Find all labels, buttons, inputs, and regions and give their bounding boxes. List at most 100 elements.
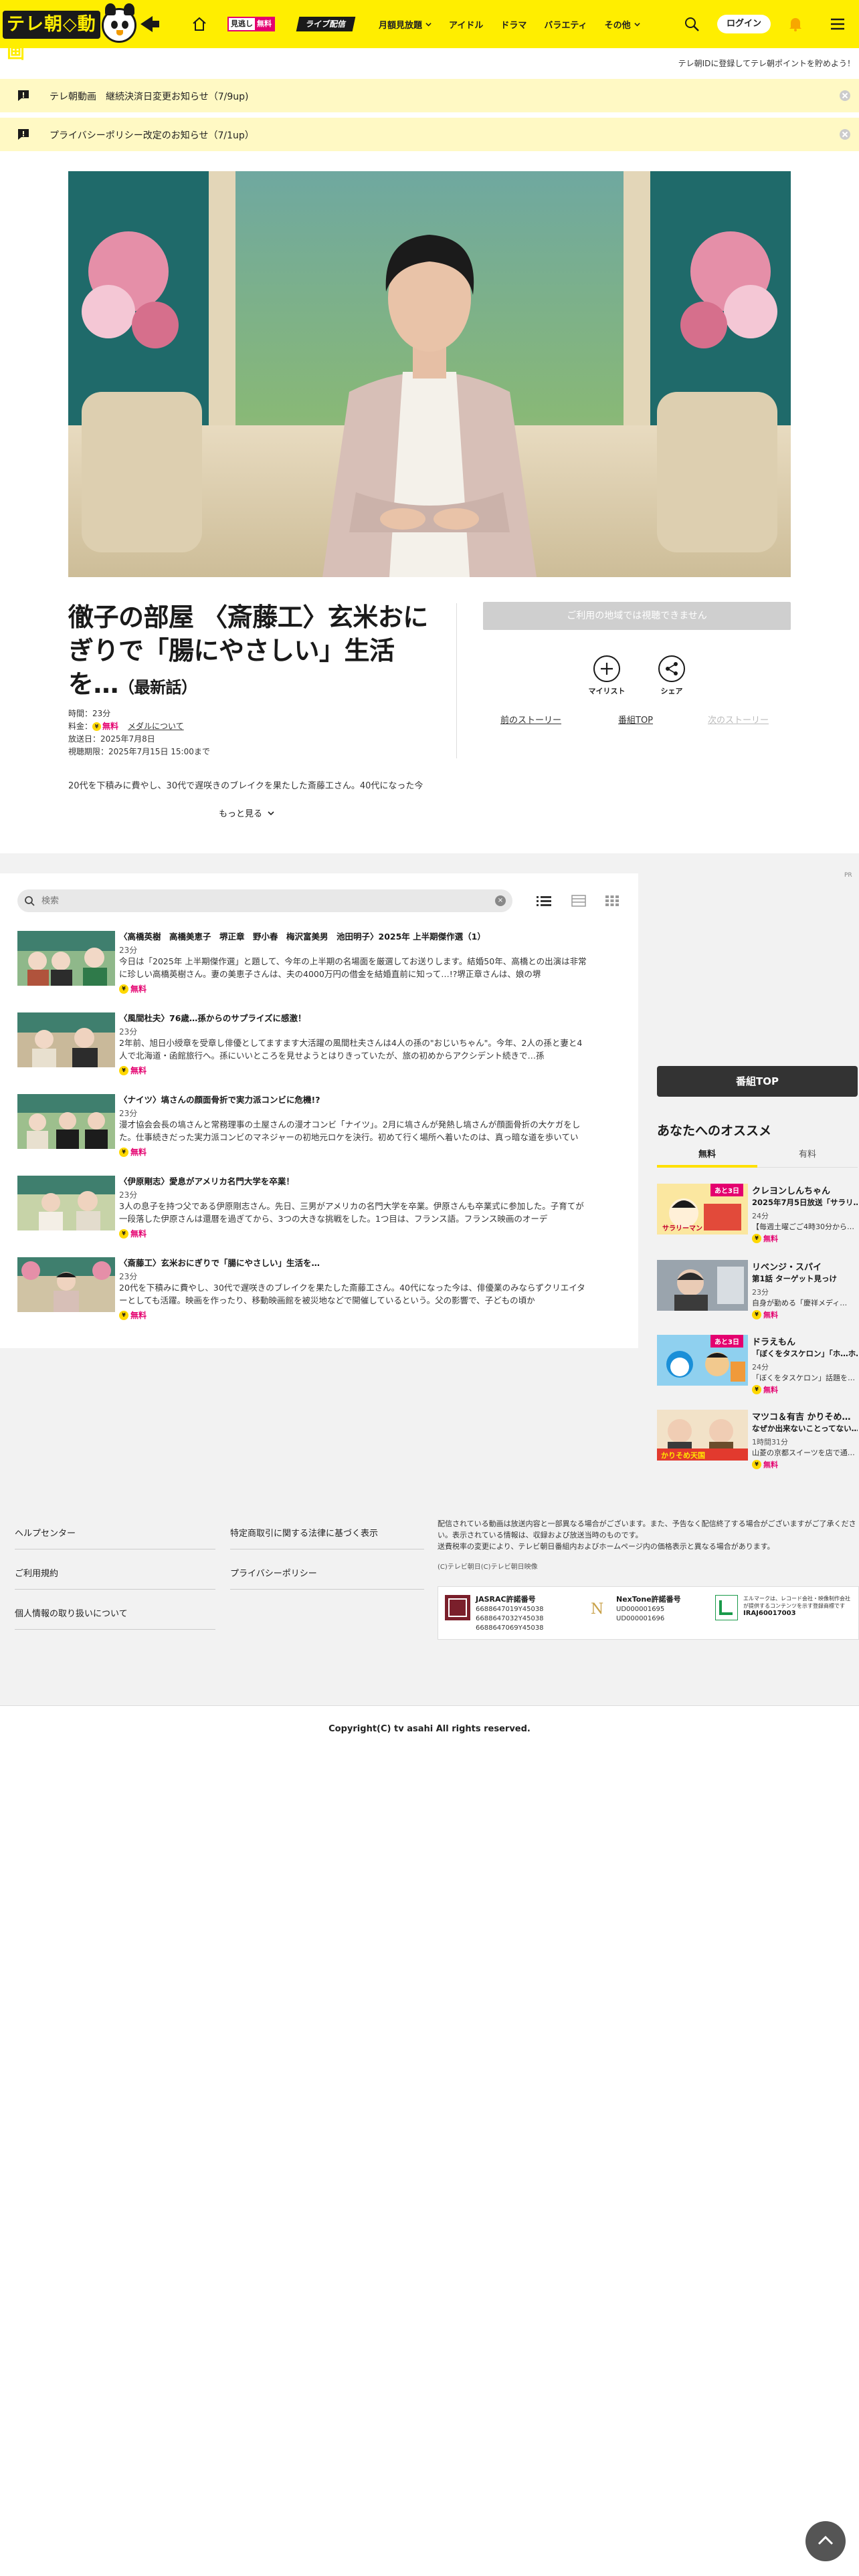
hamburger-menu-icon[interactable] [830,17,846,31]
medal-icon: ¥ [119,1147,128,1157]
recommend-item[interactable]: あと3日 ドラえもん 「ぼくをタスケロン」「ホ…ホ… 24分 「ぼくをタスケロン… [657,1335,858,1404]
episode-list-item[interactable]: 〈伊原剛志〉愛息がアメリカ名門大学を卒業！ 23分 3人の息子を持つ父である伊原… [17,1176,593,1244]
episode-list-item[interactable]: 〈ナイツ〉塙さんの顔面骨折で実力派コンビに危機!? 23分 漫才協会会長の塙さん… [17,1094,593,1162]
episode-search-input[interactable] [41,893,483,909]
recommend-item[interactable]: リベンジ・スパイ 第1話 ターゲット見っけ 23分 自身が勤める「慶祥メディ… … [657,1260,858,1329]
l-mark-number: IRAJ60017003 [743,1610,796,1617]
nav-label: その他 [604,20,631,31]
notice-text[interactable]: テレ朝動画 継続決済日変更お知らせ（7/9up) [50,90,248,103]
recommend-title: クレヨンしんちゃん [752,1186,831,1196]
free-label: 無料 [763,1461,778,1469]
nav-item-drama[interactable]: ドラマ [500,18,527,31]
episode-item-duration: 23分 [119,1109,138,1118]
region-unavailable-button: ご利用の地域では視聴できません [483,602,791,630]
notice-text[interactable]: プライバシーポリシー改定のお知らせ（7/1up） [50,128,254,142]
medal-info-link[interactable]: メダルについて [128,722,184,731]
episode-title: 徹子の部屋 〈斎藤工〉玄米おにぎりで「腸にやさしい」生活を…（最新話） [68,601,430,701]
site-logo[interactable]: テレ朝◇動画 [0,0,171,63]
recommend-subtitle: なぜか出来ないことってない… [752,1424,858,1433]
mylist-button[interactable]: マイリスト [587,655,627,696]
episode-item-free: ¥ 無料 [119,1309,147,1321]
l-mark-icon [715,1595,738,1620]
nav-item-other[interactable]: その他 [605,18,640,31]
recommend-tabs: 無料 有料 [657,1146,858,1168]
close-icon[interactable] [839,90,851,102]
login-button[interactable]: ログイン [717,15,771,33]
search-icon [25,896,35,906]
nav-item-variety[interactable]: バラエティ [544,18,587,31]
home-icon[interactable] [191,16,207,32]
tab-paid[interactable]: 有料 [757,1146,858,1168]
episode-list-item[interactable]: 〈高橋英樹 高橋美恵子 堺正章 野小春 梅沢富美男 池田明子〉2025年 上半期… [17,931,593,999]
svg-text:N: N [591,1601,603,1618]
recommend-duration: 23分 [752,1288,769,1297]
live-stream-button[interactable]: ライブ配信 [296,17,356,31]
close-icon[interactable] [839,128,851,140]
recommend-thumbnail: かりそめ天国 [657,1410,748,1461]
episode-thumbnail [17,1176,115,1230]
episode-duration: 時間：23分 [68,709,111,718]
episode-item-title: 〈ナイツ〉塙さんの顔面骨折で実力派コンビに危機!? [119,1095,320,1105]
search-icon[interactable] [684,16,700,32]
show-more-button[interactable]: もっと見る [219,807,274,819]
recommend-heading: あなたへのオススメ [657,1123,772,1138]
mitogashi-free-badge[interactable]: 見逃し 無料 [227,17,275,31]
compact-list-view-icon[interactable] [571,895,586,907]
episode-item-description: 2年前、旭日小綬章を受章し俳優としてますます大活躍の風間杜夫さんは4人の孫の"お… [119,1038,583,1061]
episode-item-description: 20代を下積みに費やし、30代で遅咲きのブレイクを果たした斎藤工さん。40代にな… [119,1283,585,1305]
nav-label: ドラマ [500,20,527,31]
clear-search-icon[interactable]: × [495,895,506,906]
footer-note: 配信されている動画は放送内容と一部異なる場合がございます。また、予告なく配信終了… [438,1519,856,1551]
episode-deadline: 視聴期限：2025年7月15日 15:00まで [68,747,210,756]
share-button[interactable]: シェア [652,655,692,696]
mylist-label: マイリスト [588,687,626,695]
pr-label: PR [844,872,852,879]
recommend-subtitle: 第1話 ターゲット見っけ [752,1274,838,1283]
footer-link-personal-info[interactable]: 個人情報の取り扱いについて [15,1606,128,1619]
expiry-tag: あと3日 [710,1184,743,1196]
fee-label: 料金： [68,722,93,731]
point-promo-text[interactable]: テレ朝IDに登録してテレ朝ポイントを貯めよう！ [678,58,855,69]
top-header: テレ朝◇動画 見逃し 無料 ライブ配信 月額見放題 アイドル ドラマ バラエティ… [0,0,859,63]
episode-item-description: 漫才協会会長の塙さんと常務理事の土屋さんの漫才コンビ「ナイツ」。2月に塙さんが発… [119,1119,581,1142]
program-top-button[interactable]: 番組TOP [657,1066,858,1097]
grid-view-icon[interactable] [605,895,619,907]
episode-item-duration: 23分 [119,946,138,955]
logo-arrow-icon [140,16,159,32]
license-info: JASRAC許諾番号 6688647019Y45038 6688647032Y4… [438,1586,859,1640]
footer-link-terms[interactable]: ご利用規約 [15,1566,58,1579]
footer-divider [15,1589,215,1590]
episode-list-item[interactable]: 〈斎藤工〉玄米おにぎりで「腸にやさしい」生活を… 23分 20代を下積みに費やし… [17,1257,593,1325]
episode-item-duration: 23分 [119,1272,138,1281]
nav-label: アイドル [449,20,484,31]
recommend-duration: 24分 [752,1212,769,1220]
episode-thumbnail [17,931,115,986]
footer-link-help[interactable]: ヘルプセンター [15,1526,76,1539]
free-label: 無料 [130,984,147,994]
recommend-item[interactable]: サラリーマン あと3日 クレヨンしんちゃん 2025年7月5日放送「サラリ… 24… [657,1184,858,1253]
message-icon [18,129,29,140]
free-label: 無料 [763,1386,778,1394]
tab-free[interactable]: 無料 [657,1146,757,1168]
episode-item-duration: 23分 [119,1190,138,1200]
notice-bar[interactable]: プライバシーポリシー改定のお知らせ（7/1up） [0,118,859,151]
nav-item-subscription[interactable]: 月額見放題 [379,18,432,31]
program-top-link[interactable]: 番組TOP [618,713,653,726]
recommend-item[interactable]: かりそめ天国 マツコ＆有吉 かりそめ… なぜか出来ないことってない… 1時間31… [657,1410,858,1479]
recommend-subtitle: 「ぼくをタスケロン」「ホ…ホ… [752,1349,858,1358]
footer-link-privacy[interactable]: プライバシーポリシー [230,1566,317,1579]
episode-fee: 料金： ¥ 無料 メダルについて [68,720,210,733]
mitogashi-free-label: 無料 [255,18,274,30]
list-view-icon[interactable] [537,895,551,907]
footer-link-commerce-law[interactable]: 特定商取引に関する法律に基づく表示 [230,1526,378,1539]
episode-list-item[interactable]: 〈風間杜夫〉76歳…孫からのサプライズに感激！ 23分 2年前、旭日小綬章を受章… [17,1012,593,1081]
nav-item-idol[interactable]: アイドル [449,18,483,31]
bell-icon[interactable] [787,15,804,32]
recommend-duration: 24分 [752,1363,769,1372]
notice-bar[interactable]: テレ朝動画 継続決済日変更お知らせ（7/9up) [0,79,859,112]
back-to-top-button[interactable] [805,2521,846,2561]
plus-icon [593,655,620,682]
recommend-free: ¥ 無料 [752,1233,778,1244]
guest-photo [68,171,791,577]
prev-story-link[interactable]: 前のストーリー [500,713,561,726]
